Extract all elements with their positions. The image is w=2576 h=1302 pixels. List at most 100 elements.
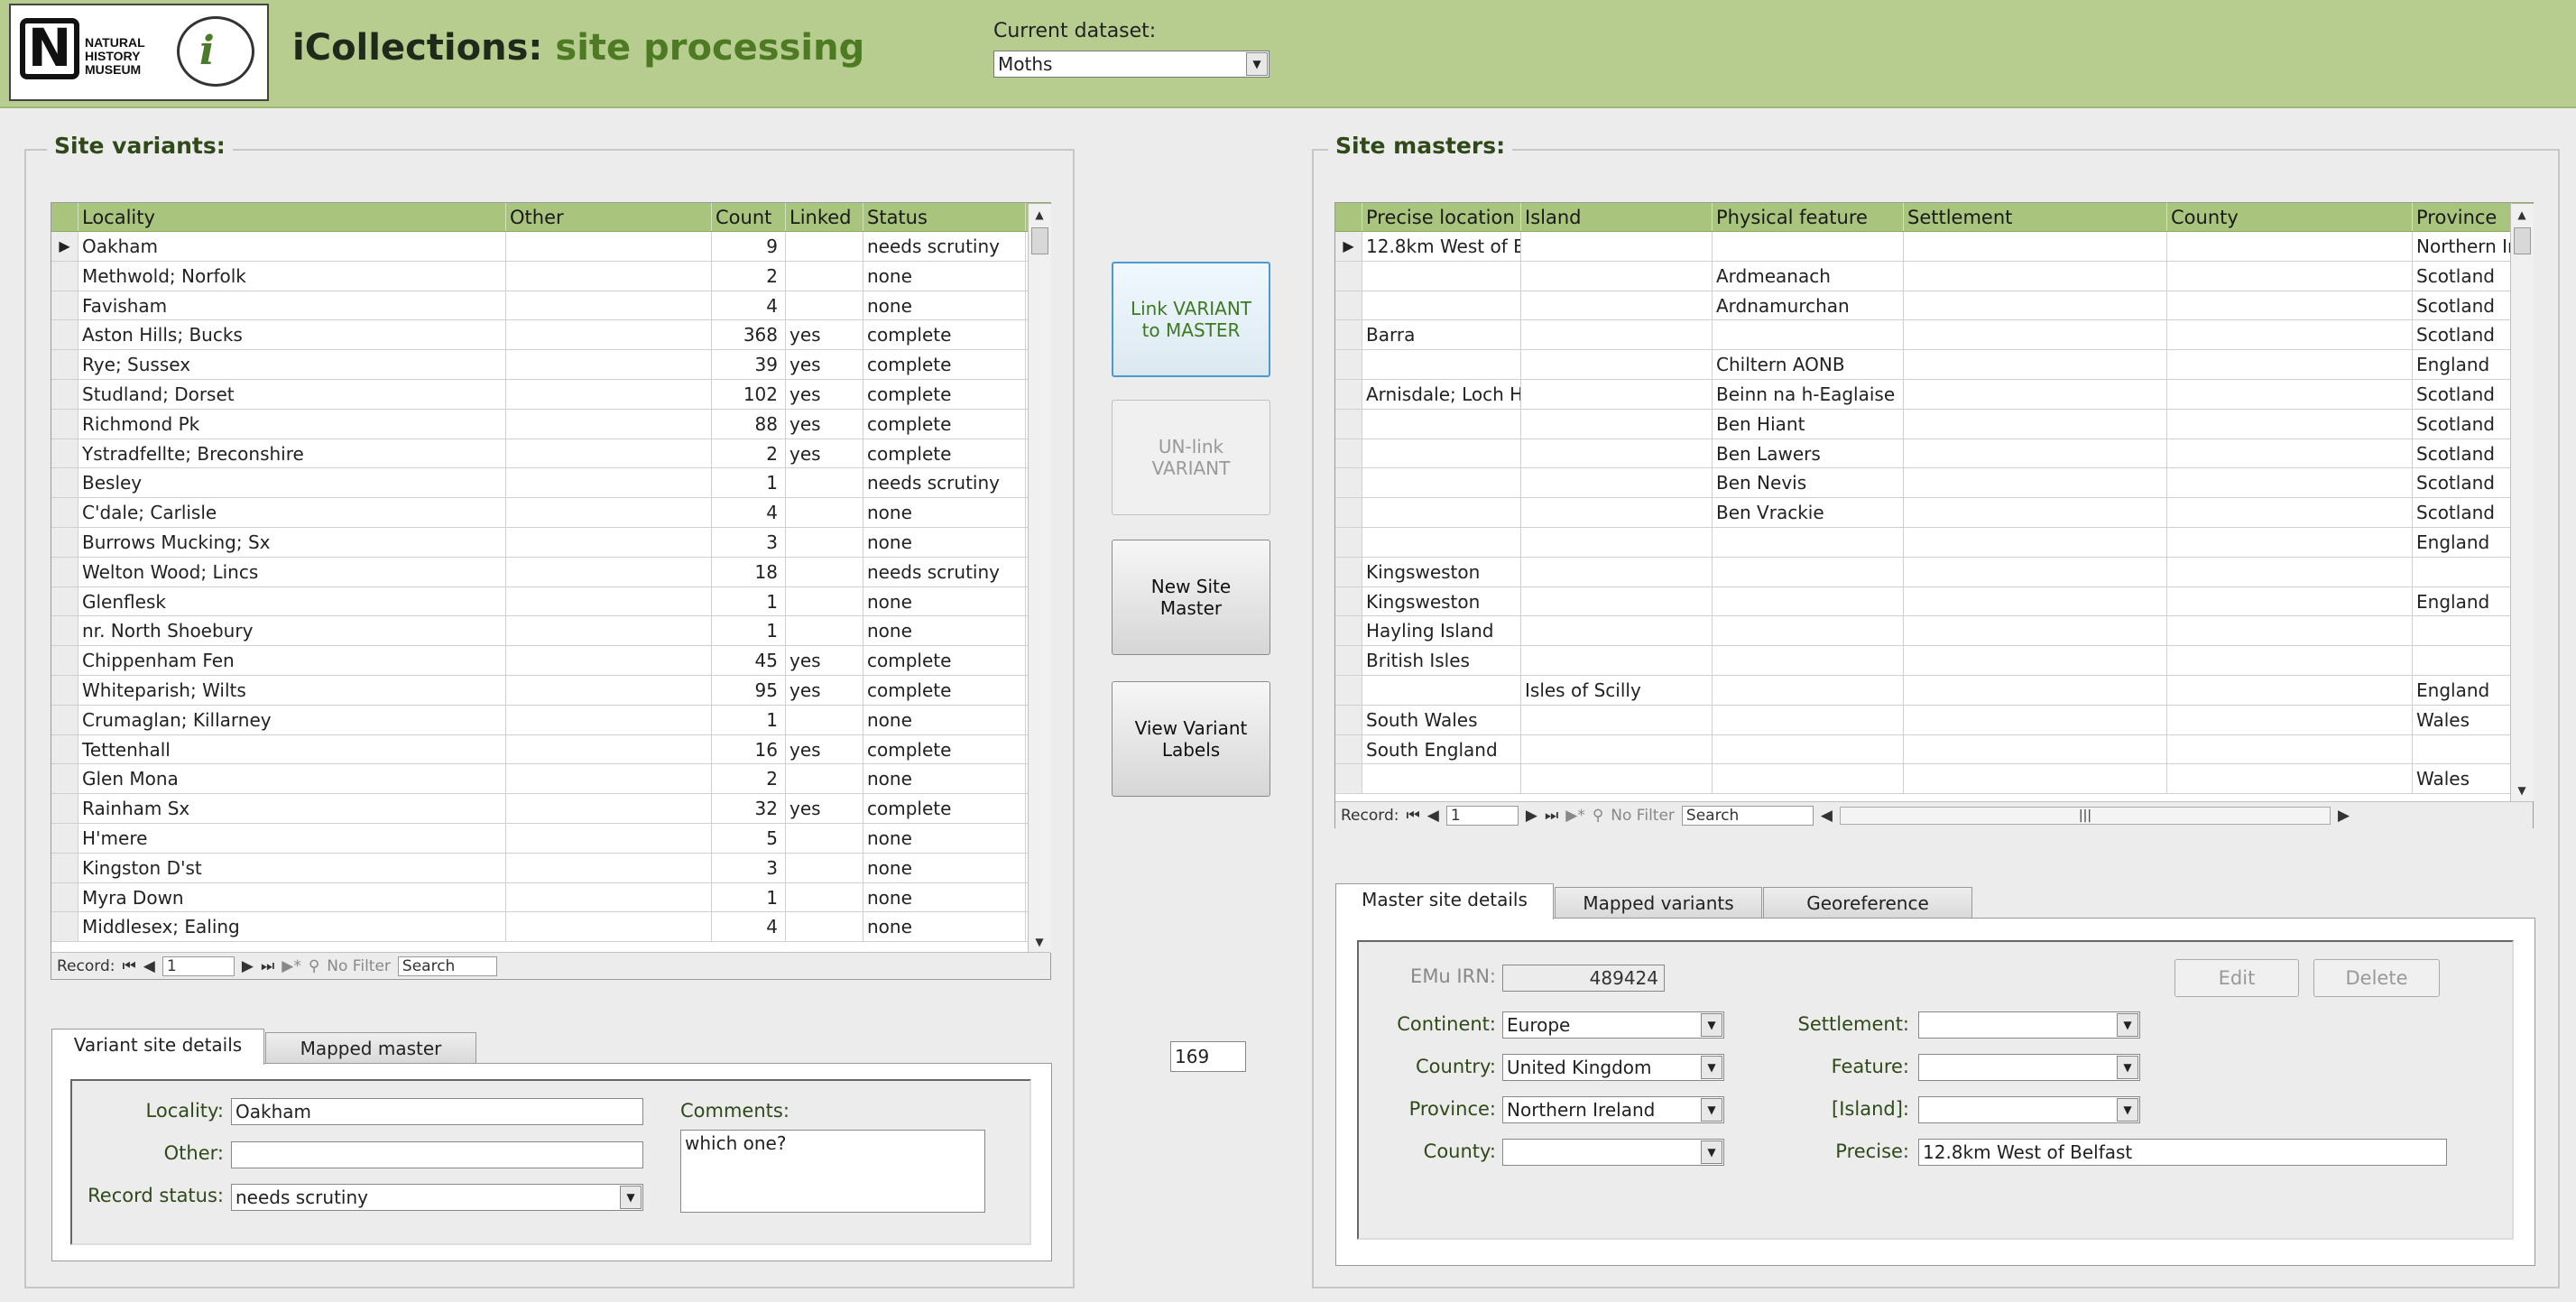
variants-cell[interactable] [506, 794, 712, 823]
variants-cell[interactable]: 1 [712, 586, 786, 616]
variants-cell[interactable] [506, 291, 712, 320]
variants-cell[interactable]: complete [863, 320, 1026, 350]
masters-cell[interactable]: Scotland [2413, 468, 2512, 498]
masters-cell[interactable] [2167, 291, 2413, 320]
column-header-island[interactable]: Island [1521, 203, 1713, 231]
comments-field[interactable]: which one? [680, 1130, 985, 1213]
variants-cell[interactable]: 88 [712, 409, 786, 439]
variants-cell[interactable] [506, 320, 712, 350]
variants-row[interactable]: Studland; Dorset 102 yes complete [51, 379, 1050, 410]
masters-cell[interactable]: Hayling Island [1362, 616, 1521, 646]
masters-cell[interactable]: Kingsweston [1362, 586, 1521, 616]
variants-cell[interactable]: needs scrutiny [863, 232, 1026, 261]
row-selector[interactable] [1335, 379, 1362, 409]
masters-cell[interactable] [1521, 557, 1713, 586]
variants-row[interactable]: Ystradfellte; Breconshire 2 yes complete [51, 439, 1050, 469]
row-selector[interactable] [51, 705, 78, 734]
country-select[interactable]: United Kingdom ▼ [1502, 1054, 1724, 1081]
column-header-precise-location[interactable]: Precise location [1362, 203, 1521, 231]
row-selector[interactable] [51, 675, 78, 705]
row-selector[interactable] [51, 912, 78, 942]
masters-cell[interactable]: Ben Hiant [1713, 409, 1904, 439]
variants-row[interactable]: Besley 1 needs scrutiny [51, 468, 1050, 499]
variants-row[interactable]: Whiteparish; Wilts 95 yes complete [51, 675, 1050, 706]
row-selector[interactable] [1335, 616, 1362, 646]
variants-cell[interactable]: 32 [712, 794, 786, 823]
masters-cell[interactable] [2167, 705, 2413, 734]
masters-cell[interactable] [2167, 320, 2413, 350]
row-selector[interactable] [1335, 261, 1362, 291]
masters-cell[interactable]: Scotland [2413, 291, 2512, 320]
variants-cell[interactable]: Rye; Sussex [78, 350, 506, 379]
masters-cell[interactable] [1713, 675, 1904, 705]
variants-cell[interactable] [786, 557, 863, 586]
variants-row[interactable]: Aston Hills; Bucks 368 yes complete [51, 320, 1050, 351]
next-record-icon[interactable]: ▶ [242, 957, 254, 975]
variants-cell[interactable]: 1 [712, 705, 786, 734]
variants-cell[interactable]: complete [863, 439, 1026, 468]
row-selector[interactable] [1335, 468, 1362, 498]
masters-row[interactable]: Ben Hiant Scotland [1335, 409, 2533, 439]
chevron-down-icon[interactable]: ▼ [1701, 1056, 1722, 1079]
variants-cell[interactable] [506, 646, 712, 675]
dataset-select[interactable]: Moths ▼ [993, 51, 1270, 78]
locality-field[interactable]: Oakham [231, 1098, 643, 1125]
other-field[interactable] [231, 1141, 643, 1168]
masters-cell[interactable]: South England [1362, 734, 1521, 764]
masters-cell[interactable] [1362, 261, 1521, 291]
new-record-icon[interactable]: ▶* [282, 957, 301, 975]
column-header-province[interactable]: Province [2413, 203, 2512, 231]
masters-row[interactable]: Kingsweston [1335, 557, 2533, 587]
variants-cell[interactable]: Glen Mona [78, 764, 506, 794]
masters-cell[interactable]: England [2413, 675, 2512, 705]
new-record-icon[interactable]: ▶* [1565, 807, 1585, 825]
masters-cell[interactable]: England [2413, 350, 2512, 379]
variants-row[interactable]: Richmond Pk 88 yes complete [51, 409, 1050, 439]
view-variant-labels-button[interactable]: View Variant Labels [1112, 681, 1270, 797]
masters-cell[interactable] [1713, 557, 1904, 586]
variants-cell[interactable]: 16 [712, 734, 786, 764]
variants-cell[interactable]: Studland; Dorset [78, 379, 506, 409]
masters-cell[interactable] [1521, 468, 1713, 498]
masters-row[interactable]: Ardmeanach Scotland [1335, 261, 2533, 291]
masters-cell[interactable] [1362, 675, 1521, 705]
variants-row[interactable]: Glenflesk 1 none [51, 586, 1050, 617]
row-selector[interactable] [51, 823, 78, 853]
horizontal-scrollbar[interactable]: ||| [1839, 806, 2331, 825]
row-selector[interactable] [1335, 439, 1362, 468]
scroll-thumb[interactable] [1031, 227, 1048, 254]
precise-field[interactable]: 12.8km West of Belfast [1918, 1139, 2447, 1166]
variants-cell[interactable]: Favisham [78, 291, 506, 320]
chevron-down-icon[interactable]: ▼ [620, 1186, 642, 1209]
variants-cell[interactable]: needs scrutiny [863, 468, 1026, 498]
masters-cell[interactable]: Isles of Scilly [1521, 675, 1713, 705]
variants-cell[interactable]: yes [786, 439, 863, 468]
masters-cell[interactable] [1713, 586, 1904, 616]
variants-row[interactable]: Burrows Mucking; Sx 3 none [51, 527, 1050, 558]
county-select[interactable]: ▼ [1502, 1139, 1724, 1166]
current-record-icon[interactable]: ▶ [1335, 232, 1362, 261]
masters-cell[interactable] [1904, 616, 2167, 646]
variants-cell[interactable] [506, 586, 712, 616]
row-selector[interactable] [51, 379, 78, 409]
masters-row[interactable]: Chiltern AONB England [1335, 350, 2533, 380]
masters-cell[interactable]: Northern Ir [2413, 232, 2512, 261]
variants-row[interactable]: Welton Wood; Lincs 18 needs scrutiny [51, 557, 1050, 587]
row-selector[interactable] [51, 527, 78, 557]
row-selector[interactable] [51, 291, 78, 320]
masters-cell[interactable] [2167, 586, 2413, 616]
variants-cell[interactable]: none [863, 498, 1026, 527]
scroll-up-icon[interactable]: ▲ [2511, 204, 2533, 226]
masters-cell[interactable] [1904, 439, 2167, 468]
row-selector[interactable] [1335, 498, 1362, 527]
variants-cell[interactable]: none [863, 764, 1026, 794]
masters-cell[interactable] [1521, 291, 1713, 320]
row-selector[interactable] [1335, 291, 1362, 320]
masters-cell[interactable]: Scotland [2413, 498, 2512, 527]
variants-cell[interactable]: 9 [712, 232, 786, 261]
masters-row[interactable]: South Wales Wales [1335, 705, 2533, 735]
row-selector[interactable] [1335, 527, 1362, 557]
variants-cell[interactable]: none [863, 823, 1026, 853]
variants-cell[interactable]: 2 [712, 439, 786, 468]
variants-cell[interactable] [506, 232, 712, 261]
